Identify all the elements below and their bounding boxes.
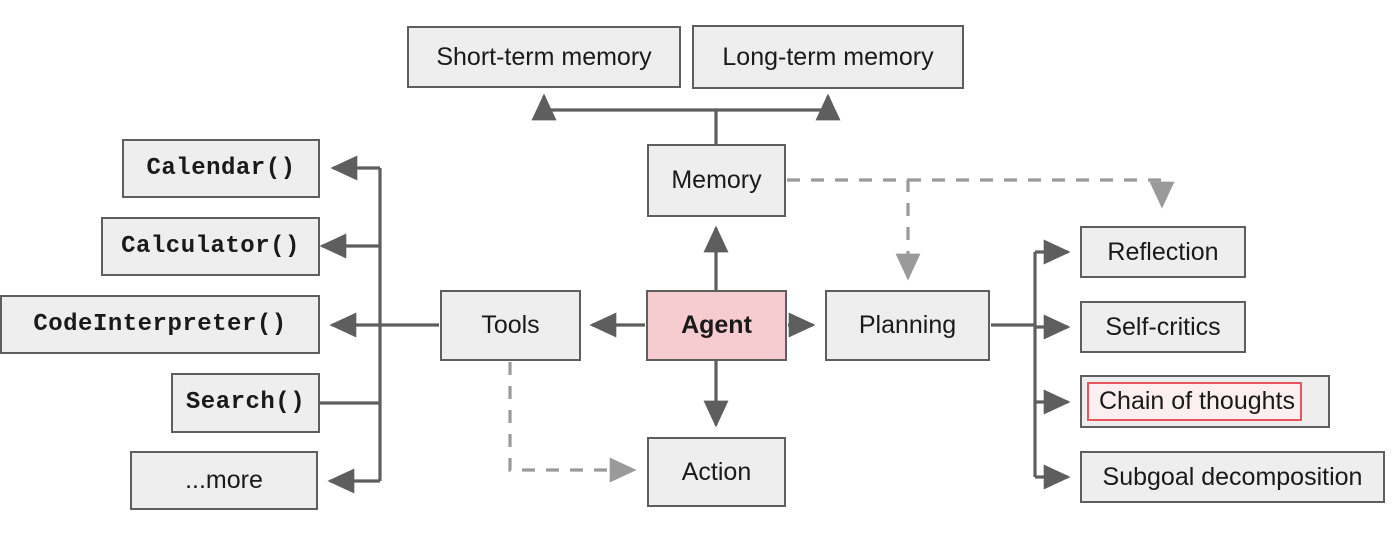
- node-label: Planning: [858, 311, 957, 339]
- node-self-critics[interactable]: Self-critics: [1080, 301, 1246, 353]
- node-label: Tools: [481, 311, 540, 339]
- node-label: Long-term memory: [722, 42, 934, 71]
- node-memory[interactable]: Memory: [647, 144, 786, 217]
- node-subgoal-decomposition[interactable]: Subgoal decomposition: [1080, 451, 1385, 503]
- node-long-term-memory[interactable]: Long-term memory: [692, 25, 964, 89]
- node-tool-more[interactable]: ...more: [130, 451, 318, 510]
- node-tool-search[interactable]: Search(): [171, 373, 320, 433]
- node-reflection[interactable]: Reflection: [1080, 226, 1246, 278]
- node-tool-calendar[interactable]: Calendar(): [122, 139, 320, 198]
- node-label: Subgoal decomposition: [1102, 462, 1363, 491]
- node-label: Calendar(): [146, 154, 296, 182]
- agent-architecture-diagram: Short-term memory Long-term memory Memor…: [0, 0, 1400, 534]
- node-tools[interactable]: Tools: [440, 290, 581, 361]
- node-planning[interactable]: Planning: [825, 290, 990, 361]
- node-tool-code-interpreter[interactable]: CodeInterpreter(): [0, 295, 320, 354]
- node-label: Short-term memory: [436, 42, 652, 71]
- node-label: Self-critics: [1105, 312, 1221, 341]
- node-label: ...more: [185, 466, 263, 494]
- node-label: Agent: [681, 311, 752, 339]
- node-short-term-memory[interactable]: Short-term memory: [407, 26, 681, 88]
- node-tool-calculator[interactable]: Calculator(): [101, 217, 320, 276]
- node-label: CodeInterpreter(): [33, 310, 287, 338]
- node-label: Calculator(): [121, 232, 300, 260]
- node-agent[interactable]: Agent: [646, 290, 787, 361]
- node-label: Memory: [671, 166, 762, 194]
- node-label: Search(): [185, 389, 306, 416]
- node-label: Reflection: [1107, 237, 1219, 266]
- node-label: Action: [681, 457, 752, 486]
- node-label: Chain of thoughts: [1099, 387, 1295, 415]
- node-action[interactable]: Action: [647, 437, 786, 507]
- node-chain-of-thoughts[interactable]: Chain of thoughts: [1080, 375, 1330, 428]
